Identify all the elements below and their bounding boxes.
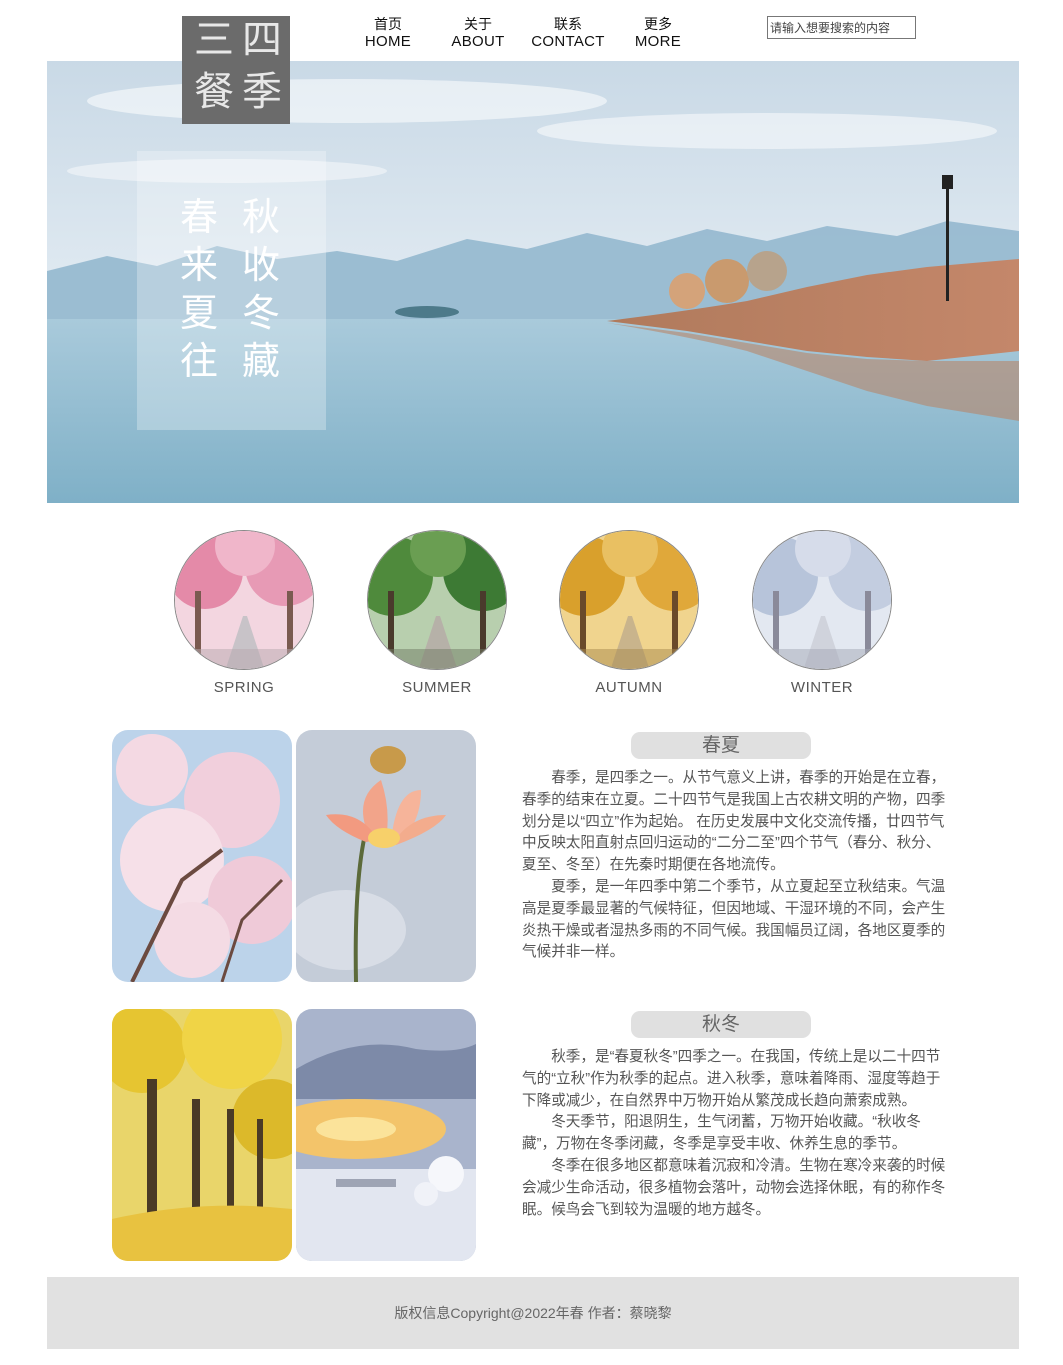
winter-image xyxy=(752,530,892,670)
nav-label-en: HOME xyxy=(364,33,412,50)
copyright-text: 版权信息Copyright@2022年春 作者：蔡晓黎 xyxy=(394,1305,672,1321)
slogan-char: 春 xyxy=(179,195,218,239)
paragraph: 夏季，是一年四季中第二个季节，从立夏起至立秋结束。气温高是夏季最显著的气候特征，… xyxy=(522,878,946,961)
section-body-autumn-winter: 秋季，是“春夏秋冬”四季之一。在我国，传统上是以二十四节气的“立秋”作为秋季的起… xyxy=(522,1047,952,1221)
season-card-spring[interactable]: SPRING xyxy=(174,530,314,696)
season-label: SPRING xyxy=(213,679,275,696)
footer: 版权信息Copyright@2022年春 作者：蔡晓黎 xyxy=(47,1277,1019,1349)
slogan-char: 藏 xyxy=(241,339,280,383)
season-label: AUTUMN xyxy=(595,679,663,696)
main-nav: 首页 HOME 关于 ABOUT 联系 CONTACT 更多 MORE xyxy=(343,16,703,51)
nav-item-home[interactable]: 首页 HOME xyxy=(343,16,433,51)
slogan-char: 来 xyxy=(179,243,218,287)
nav-label-en: CONTACT xyxy=(531,33,605,50)
season-card-autumn[interactable]: AUTUMN xyxy=(559,530,699,696)
nav-label-en: ABOUT xyxy=(451,33,505,50)
nav-label-zh: 关于 xyxy=(464,16,492,32)
nav-item-about[interactable]: 关于 ABOUT xyxy=(433,16,523,51)
nav-label-en: MORE xyxy=(634,33,682,50)
slogan-char: 夏 xyxy=(179,291,218,335)
slogan-char: 秋 xyxy=(241,195,280,239)
paragraph: 秋季，是“春夏秋冬”四季之一。在我国，传统上是以二十四节气的“立秋”作为秋季的起… xyxy=(522,1049,941,1109)
logo-char: 四 xyxy=(242,17,282,63)
cherry-blossom-photo xyxy=(112,730,292,982)
section-body-spring-summer: 春季，是四季之一。从节气意义上讲，春季的开始是在立春，春季的结束在立夏。二十四节… xyxy=(522,768,952,964)
paragraph: 春季，是四季之一。从节气意义上讲，春季的开始是在立春，春季的结束在立夏。二十四节… xyxy=(522,770,946,874)
slogan-right-column: 秋 收 冬 藏 xyxy=(241,193,281,385)
winter-sunset-photo xyxy=(296,1009,476,1261)
section-title-autumn-winter: 秋冬 xyxy=(631,1011,811,1038)
season-card-summer[interactable]: SUMMER xyxy=(367,530,507,696)
section-title-spring-summer: 春夏 xyxy=(631,732,811,759)
paragraph: 冬天季节，阳退阴生，生气闭蓄，万物开始收藏。“秋收冬藏”，万物在冬季闭藏，冬季是… xyxy=(522,1114,921,1153)
nav-label-zh: 联系 xyxy=(554,16,582,32)
slogan-char: 冬 xyxy=(241,291,280,335)
summer-image xyxy=(367,530,507,670)
banner-slogan: 春 来 夏 往 秋 收 冬 藏 xyxy=(137,151,326,430)
search-input[interactable] xyxy=(767,16,916,39)
spring-image xyxy=(174,530,314,670)
ginkgo-avenue-photo xyxy=(112,1009,292,1261)
nav-label-zh: 更多 xyxy=(644,16,672,32)
autumn-image xyxy=(559,530,699,670)
logo-char: 季 xyxy=(242,69,282,115)
site-logo[interactable]: 三 四 餐 季 xyxy=(182,16,290,124)
hero-banner: 春 来 夏 往 秋 收 冬 藏 xyxy=(47,61,1019,503)
nav-item-more[interactable]: 更多 MORE xyxy=(613,16,703,51)
slogan-char: 往 xyxy=(179,339,218,383)
lotus-photo xyxy=(296,730,476,982)
slogan-char: 收 xyxy=(241,243,280,287)
logo-char: 三 xyxy=(194,17,234,63)
logo-char: 餐 xyxy=(194,69,234,115)
nav-label-zh: 首页 xyxy=(374,16,402,32)
slogan-left-column: 春 来 夏 往 xyxy=(179,193,219,385)
nav-item-contact[interactable]: 联系 CONTACT xyxy=(523,16,613,51)
season-card-winter[interactable]: WINTER xyxy=(752,530,892,696)
season-label: WINTER xyxy=(790,679,854,696)
paragraph: 冬季在很多地区都意味着沉寂和冷清。生物在寒冷来袭的时候会减少生命活动，很多植物会… xyxy=(522,1157,946,1218)
season-label: SUMMER xyxy=(402,679,472,696)
